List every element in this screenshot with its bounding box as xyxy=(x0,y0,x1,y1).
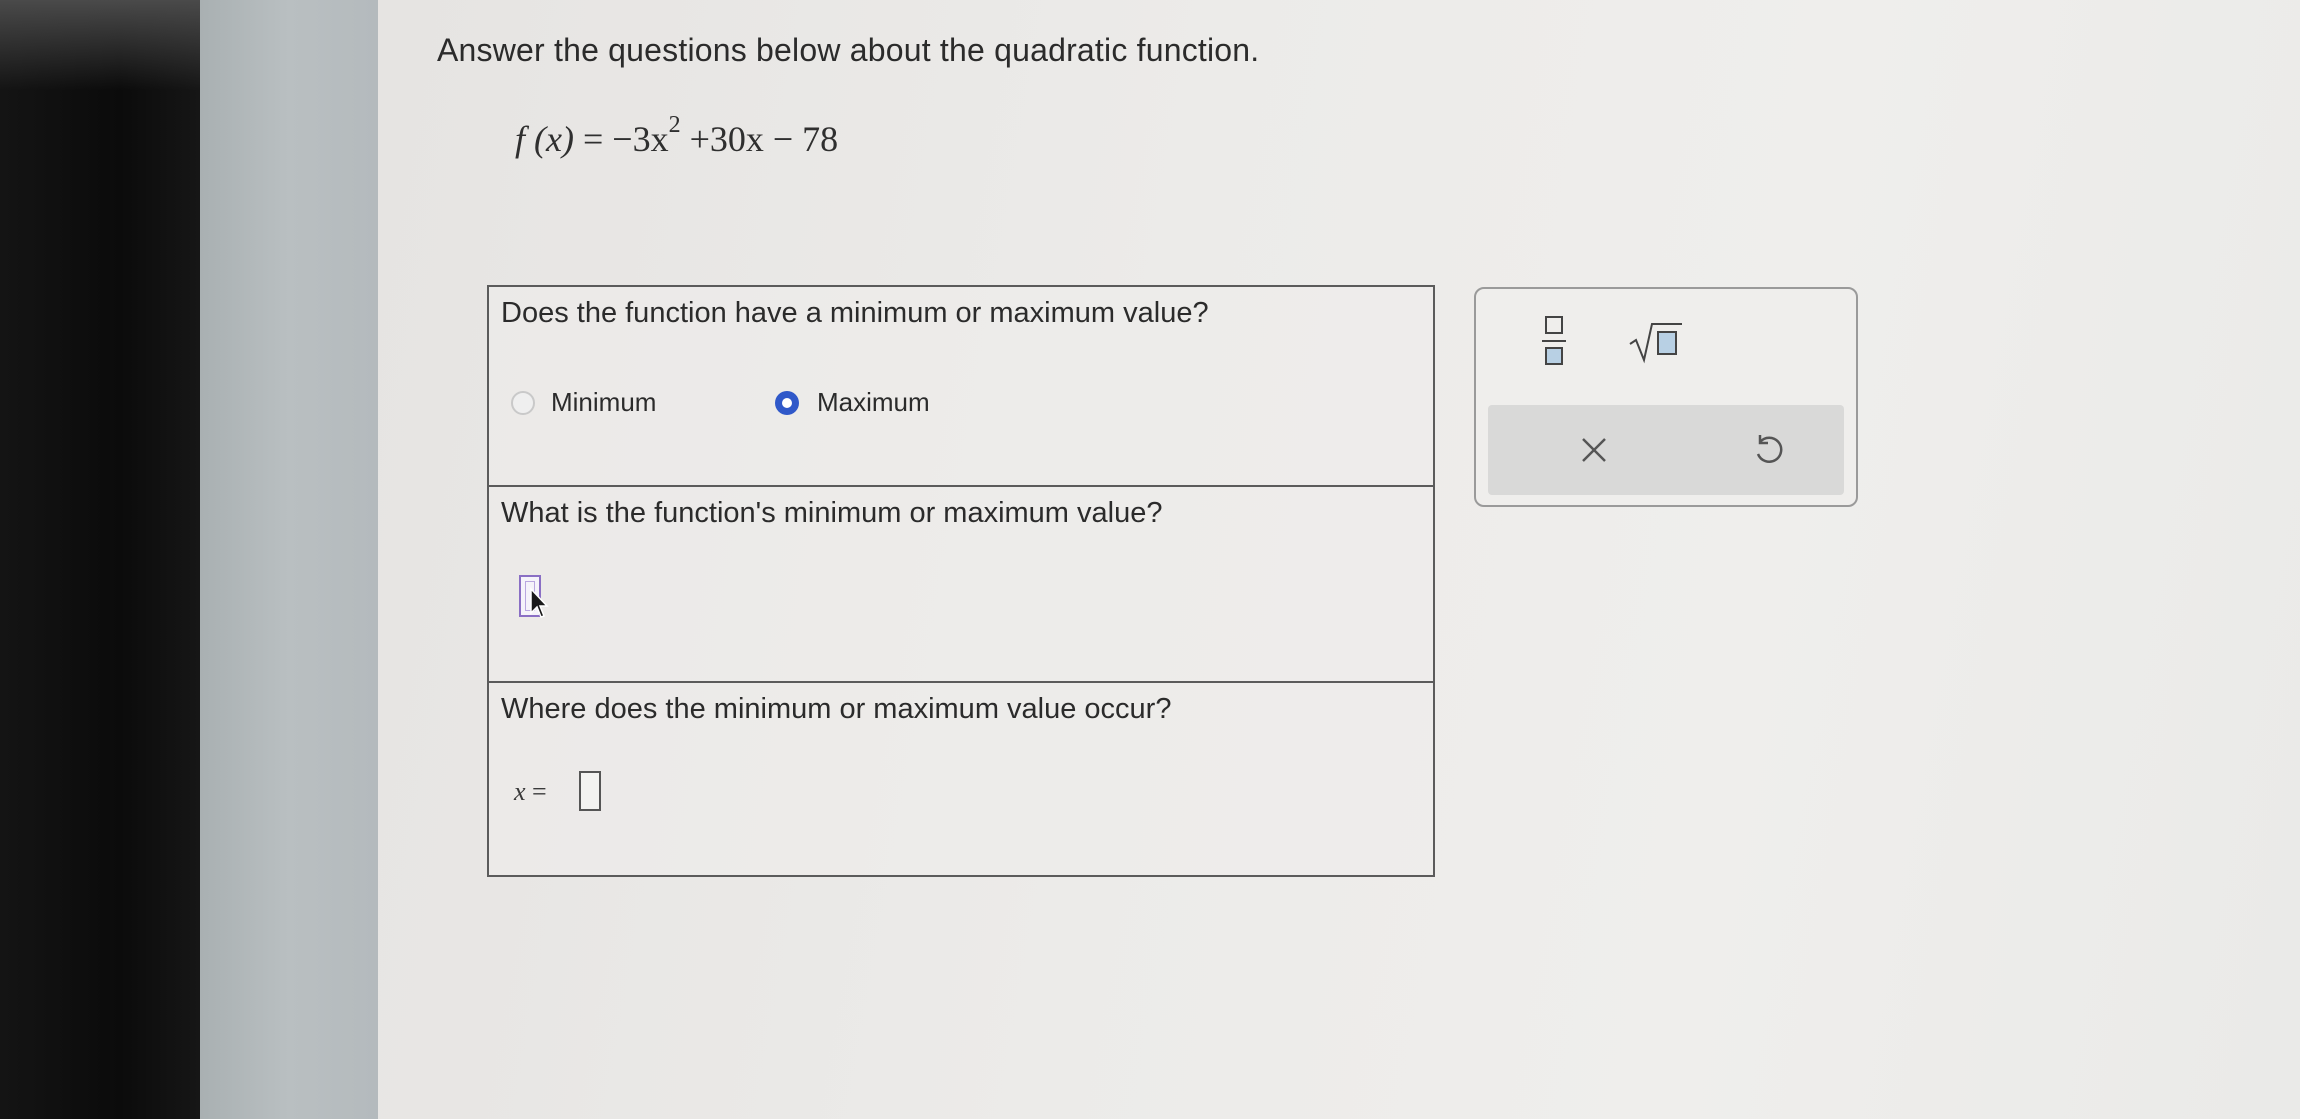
radio-button-maximum[interactable] xyxy=(775,391,799,415)
question-extreme-value: What is the function's minimum or maximu… xyxy=(489,487,1433,683)
clear-button[interactable] xyxy=(1564,420,1624,480)
equation-rest: +30x − 78 xyxy=(680,119,839,159)
math-toolbar xyxy=(1474,287,1858,507)
mouse-cursor-icon xyxy=(530,587,549,618)
equation-lhs: f (x) xyxy=(515,119,574,159)
fraction-icon xyxy=(1542,316,1566,365)
fraction-button[interactable] xyxy=(1524,311,1584,371)
instruction-text: Answer the questions below about the qua… xyxy=(437,32,1260,68)
undo-button[interactable] xyxy=(1738,420,1798,480)
quadratic-equation: f (x) = −3x2 +30x − 78 xyxy=(515,112,839,160)
questions-table: Does the function have a minimum or maxi… xyxy=(487,285,1435,877)
square-root-icon xyxy=(1629,323,1682,364)
x-variable: x xyxy=(514,777,526,806)
equation-exponent: 2 xyxy=(668,112,681,138)
x-equals-label: x = xyxy=(514,777,547,807)
question-text: Does the function have a minimum or maxi… xyxy=(501,297,1209,329)
square-root-button[interactable] xyxy=(1626,311,1686,371)
equals-sign: = xyxy=(525,777,547,806)
bezel-shade xyxy=(0,0,200,90)
question-location: Where does the minimum or maximum value … xyxy=(489,683,1433,875)
question-text: Where does the minimum or maximum value … xyxy=(501,693,1172,725)
radio-label-minimum[interactable]: Minimum xyxy=(551,387,656,418)
question-text: What is the function's minimum or maximu… xyxy=(501,497,1163,529)
side-panel xyxy=(200,0,378,1119)
close-icon xyxy=(1582,438,1606,462)
question-min-or-max: Does the function have a minimum or maxi… xyxy=(489,287,1433,487)
equation-term-1: = −3x xyxy=(573,119,669,159)
radio-label-maximum[interactable]: Maximum xyxy=(817,387,930,418)
x-value-input[interactable] xyxy=(579,771,601,811)
toolbar-action-bar xyxy=(1488,405,1844,495)
monitor-bezel xyxy=(0,0,200,1119)
undo-icon xyxy=(1756,435,1783,463)
radio-button-minimum[interactable] xyxy=(511,391,535,415)
